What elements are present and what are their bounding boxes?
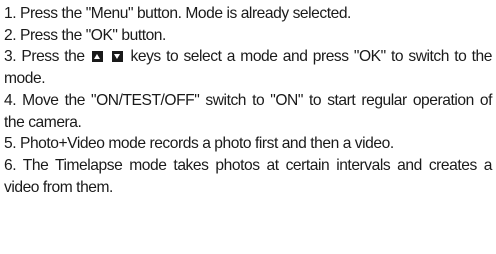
- step-6: 6. The Timelapse mode takes photos at ce…: [4, 156, 492, 196]
- step-5: 5. Photo+Video mode records a photo firs…: [4, 135, 394, 153]
- step-1: 1. Press the "Menu" button. Mode is alre…: [4, 5, 351, 22]
- step-2: 2. Press the "OK" button.: [4, 26, 166, 44]
- step-3-prefix: 3. Press the: [4, 48, 85, 66]
- instruction-text: 1. Press the "Menu" button. Mode is alre…: [0, 0, 496, 254]
- up-arrow-key-icon: [91, 51, 103, 63]
- step-3: 3. Press the keys to select a mode and p…: [4, 46, 492, 89]
- step-4: 4. Move the "ON/TEST/OFF" switch to "ON"…: [4, 91, 492, 131]
- down-arrow-key-icon: [112, 51, 124, 63]
